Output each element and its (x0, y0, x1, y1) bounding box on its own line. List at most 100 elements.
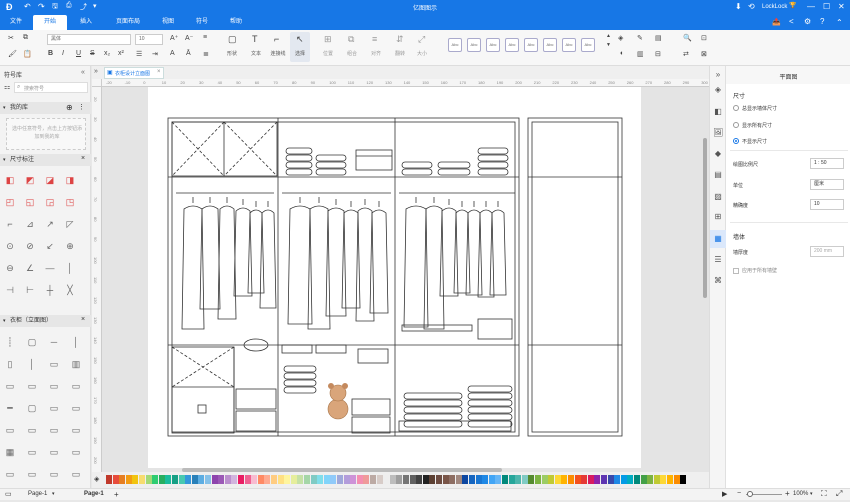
color-swatch[interactable] (535, 475, 541, 484)
color-swatch[interactable] (330, 475, 337, 484)
unit-select[interactable]: 厘米 (810, 179, 844, 190)
dimension-symbol[interactable]: ◲ (44, 196, 56, 208)
collapse-ribbon-icon[interactable]: ⌃ (836, 18, 843, 27)
layers-icon[interactable]: ◆ (713, 149, 723, 159)
dimension-symbol[interactable]: ◧ (4, 174, 16, 186)
dimension-symbol[interactable]: ↗ (44, 218, 56, 230)
add-to-library-icon[interactable]: ⊕ (66, 103, 73, 112)
wardrobe-symbol[interactable]: ▭ (26, 380, 38, 392)
color-swatch[interactable] (488, 475, 495, 484)
color-swatch[interactable] (185, 475, 192, 484)
shadow-icon[interactable]: ▤ (655, 34, 662, 42)
indent-icon[interactable]: ⇥ (152, 50, 158, 58)
wardrobe-symbol[interactable]: ┊ (4, 336, 16, 348)
color-swatch[interactable] (442, 475, 449, 484)
wardrobe-symbol[interactable]: ▭ (70, 402, 82, 414)
wardrobe-symbol[interactable]: ━ (4, 402, 16, 414)
color-swatch[interactable] (469, 475, 475, 484)
option-wall-dims-radio[interactable] (733, 105, 739, 111)
color-swatch[interactable] (238, 475, 244, 484)
color-swatch[interactable] (125, 475, 132, 484)
color-swatch[interactable] (284, 475, 291, 484)
color-swatch[interactable] (376, 475, 383, 484)
dimension-symbol[interactable]: ⊿ (24, 218, 36, 230)
color-swatch[interactable] (290, 475, 297, 484)
help-icon[interactable]: ? (820, 17, 824, 26)
color-swatch[interactable] (627, 475, 634, 484)
color-swatch[interactable] (495, 475, 502, 484)
image-icon[interactable]: 🖼 (713, 128, 723, 138)
color-swatch[interactable] (139, 475, 145, 484)
color-swatch[interactable] (528, 475, 535, 484)
download-icon[interactable]: ⬇ (735, 2, 742, 11)
align-objects-label[interactable]: 对齐 (364, 50, 388, 57)
wardrobe-symbol[interactable]: ▭ (4, 424, 16, 436)
collapse-icon[interactable]: ⊡ (701, 34, 707, 42)
dimension-symbol[interactable]: ◰ (4, 196, 16, 208)
user-name[interactable]: LockLock (762, 4, 787, 10)
menu-page-layout[interactable]: 页面布局 (110, 15, 146, 30)
quick-style-6[interactable]: Abc (543, 38, 557, 52)
wardrobe-symbol[interactable]: ▭ (70, 380, 82, 392)
wardrobe-symbol[interactable]: ▥ (70, 358, 82, 370)
lock-icon[interactable]: ⊠ (701, 50, 707, 58)
color-swatch[interactable] (673, 475, 680, 484)
color-swatch[interactable] (389, 475, 396, 484)
color-swatch[interactable] (607, 475, 614, 484)
dimension-symbol[interactable]: ⊖ (4, 262, 16, 274)
color-swatch[interactable] (363, 475, 370, 484)
color-swatch[interactable] (323, 475, 330, 484)
color-swatch[interactable] (396, 475, 403, 484)
share-icon[interactable]: < (789, 17, 794, 26)
cut-icon[interactable]: ✂ (8, 34, 14, 42)
select-tool-icon[interactable]: ↖ (296, 34, 304, 45)
expand-panel-icon[interactable]: » (713, 70, 723, 80)
page-layout-icon[interactable]: ▭ (5, 490, 12, 498)
page-select-caret-icon[interactable]: ▾ (52, 491, 55, 497)
color-swatch[interactable] (310, 475, 317, 484)
floor-plan-icon[interactable]: ▦ (713, 234, 723, 244)
color-swatch[interactable] (601, 475, 607, 484)
zoom-level[interactable]: 100% (793, 491, 808, 497)
color-swatch[interactable] (403, 475, 409, 484)
wardrobe-symbol[interactable]: ▭ (48, 358, 60, 370)
highlight-icon[interactable]: Ā (186, 50, 191, 57)
page-select[interactable]: Page-1 (28, 491, 47, 497)
color-swatch[interactable] (482, 475, 489, 484)
panel-toggle-icon[interactable]: » (94, 68, 98, 75)
menu-view[interactable]: 视图 (156, 15, 180, 30)
precision-select[interactable]: 10 (810, 199, 844, 210)
font-grow-icon[interactable]: A⁺ (170, 34, 178, 42)
text-tool-label[interactable]: 文本 (244, 50, 268, 57)
wardrobe-symbol[interactable]: ▢ (26, 402, 38, 414)
color-swatch[interactable] (350, 475, 357, 484)
font-shrink-icon[interactable]: A⁻ (185, 34, 193, 42)
styles-up-icon[interactable]: ▲ (606, 33, 611, 39)
color-swatch[interactable] (634, 475, 640, 484)
dimension-symbol[interactable]: ⊣ (4, 284, 16, 296)
dimension-symbol[interactable]: │ (64, 262, 76, 274)
dimension-symbol[interactable]: ⊘ (24, 240, 36, 252)
color-swatch[interactable] (462, 475, 469, 484)
flip-icon[interactable]: ⇵ (396, 34, 404, 45)
zoom-out-button[interactable]: − (737, 490, 741, 497)
vertical-scrollbar[interactable] (703, 138, 707, 298)
quick-style-3[interactable]: Abc (486, 38, 500, 52)
color-swatch[interactable] (561, 475, 568, 484)
size-icon[interactable]: ⤢ (418, 34, 425, 45)
color-swatch[interactable] (343, 475, 350, 484)
presentation-icon[interactable]: ▶ (722, 490, 727, 498)
flip-label[interactable]: 翻转 (388, 50, 412, 57)
wardrobe-symbol[interactable]: ▭ (48, 468, 60, 480)
quick-style-5[interactable]: Abc (524, 38, 538, 52)
wardrobe-symbol[interactable]: ▭ (48, 380, 60, 392)
color-swatch[interactable] (653, 475, 660, 484)
line-style-icon[interactable]: ▥ (637, 50, 644, 58)
color-swatch[interactable] (191, 475, 198, 484)
wardrobe-symbol[interactable]: ▭ (48, 402, 60, 414)
color-swatch[interactable] (620, 475, 627, 484)
color-swatch[interactable] (667, 475, 673, 484)
wall-thickness-input[interactable]: 200 mm (810, 246, 844, 257)
wardrobe-symbol[interactable]: ▭ (48, 424, 60, 436)
apply-all-label[interactable]: 应用于所有墙壁 (742, 267, 777, 274)
